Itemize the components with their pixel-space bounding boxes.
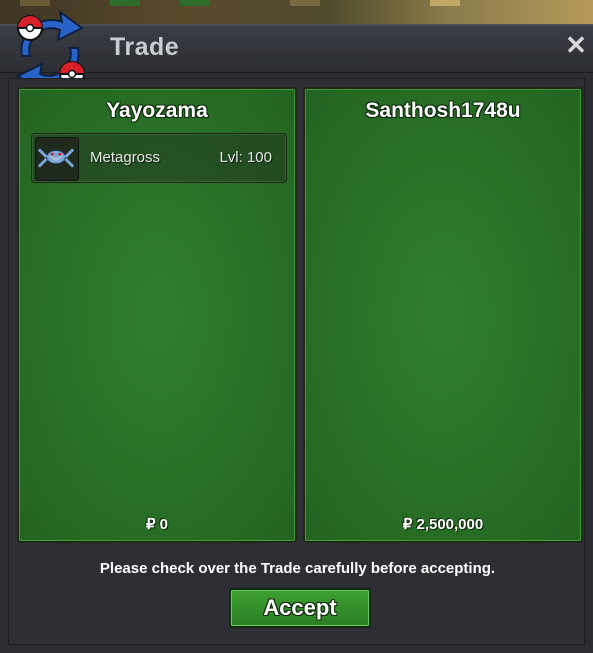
confirmation-notice: Please check over the Trade carefully be… bbox=[99, 560, 496, 577]
pokemon-level: Lvl: 100 bbox=[219, 149, 272, 166]
right-offer-panel: Santhosh1748u ₽ 2,500,000 bbox=[303, 87, 583, 543]
trade-content: Yayozama Metagross Lvl: 100 ₽ 0 Santhosh… bbox=[8, 78, 585, 645]
pokemon-name: Metagross bbox=[90, 149, 161, 166]
window-title: Trade bbox=[110, 33, 180, 61]
left-player-name: Yayozama bbox=[106, 99, 208, 122]
right-player-name: Santhosh1748u bbox=[365, 99, 521, 122]
accept-button[interactable]: Accept bbox=[229, 588, 371, 628]
left-money-amount: ₽ 0 bbox=[145, 516, 169, 533]
close-icon[interactable]: ✕ bbox=[563, 32, 589, 58]
offered-pokemon-slot[interactable]: Metagross Lvl: 100 bbox=[31, 133, 287, 183]
left-offer-panel: Yayozama Metagross Lvl: 100 ₽ 0 bbox=[17, 87, 297, 543]
trade-window: Trade ✕ Yayozama Metagross Lvl: 100 ₽ 0 … bbox=[0, 9, 593, 653]
right-money-amount: ₽ 2,500,000 bbox=[402, 516, 484, 533]
metagross-icon bbox=[35, 137, 79, 181]
